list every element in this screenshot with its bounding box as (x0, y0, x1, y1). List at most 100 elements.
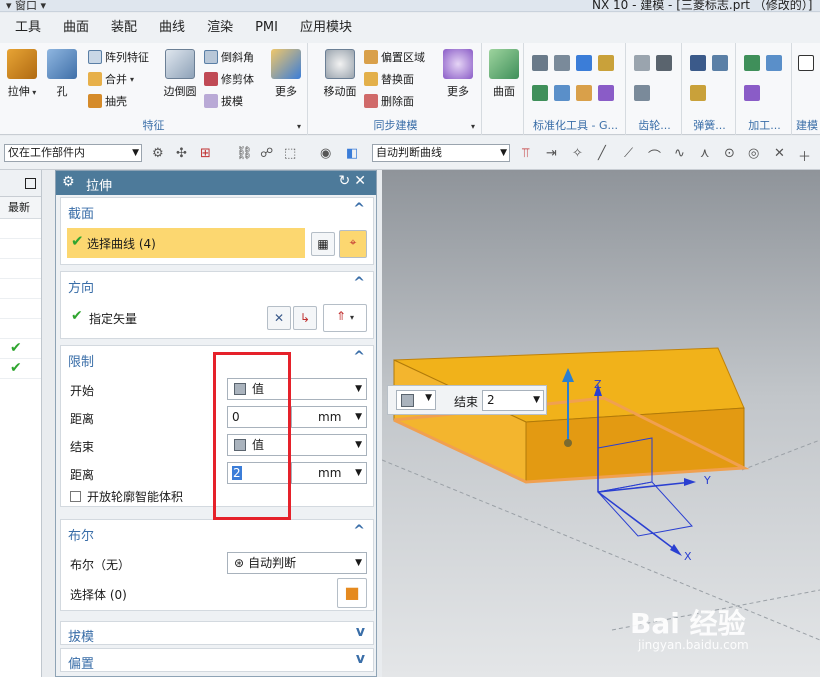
crosshair-icon[interactable]: ✕ (774, 146, 785, 161)
end-unit-dropdown[interactable]: mm ▼ (291, 462, 367, 484)
sync-group-expand-icon[interactable]: ▾ (471, 122, 475, 131)
line-icon-2[interactable]: ⟋ (624, 146, 633, 161)
gear-tool-icon-2[interactable] (656, 55, 672, 71)
edge-blend-button[interactable]: 边倒圆 (158, 49, 202, 99)
delete-face-button[interactable]: 删除面 (364, 93, 414, 109)
unite-button[interactable]: 合并 ▾ (88, 71, 134, 87)
sketch-section-button[interactable]: ▦ (311, 232, 335, 256)
list-item[interactable] (0, 219, 41, 239)
chevron-down-icon[interactable]: v (356, 624, 365, 640)
vector-dialog-button[interactable]: ↳ (293, 306, 317, 330)
filter-icon[interactable]: ⚙ (152, 146, 164, 161)
start-unit-dropdown[interactable]: mm ▼ (291, 406, 367, 428)
vector-type-dropdown[interactable]: ⇑ ▾ (323, 304, 367, 332)
chevron-down-icon[interactable]: v (356, 651, 365, 667)
list-item[interactable]: ✔ (0, 359, 41, 379)
lasso-icon[interactable]: ☍ (260, 146, 273, 161)
curve-button[interactable]: ⌖ (339, 230, 367, 258)
trim-body-button[interactable]: 修剪体 (204, 71, 254, 87)
extrude-button[interactable]: 拉伸 ▾ (2, 49, 42, 99)
menu-assembly[interactable]: 装配 (100, 13, 148, 43)
stop-at-intersection-icon[interactable]: ⫪ (522, 146, 529, 161)
direction-header[interactable]: 方向 ^ (61, 272, 373, 298)
select-curve-row[interactable]: ✔ 选择曲线 (4) (67, 228, 305, 258)
chevron-up-icon[interactable]: ^ (353, 523, 365, 539)
tool-icon-7[interactable] (576, 85, 592, 101)
list-item[interactable] (0, 279, 41, 299)
tool-icon-4[interactable] (598, 55, 614, 71)
tool-icon-2[interactable] (554, 55, 570, 71)
chain-icon[interactable]: ⛓ (236, 146, 253, 161)
close-icon[interactable]: ✕ (354, 173, 370, 189)
spring-tool-icon-2[interactable] (712, 55, 728, 71)
list-item[interactable]: ✔ (0, 339, 41, 359)
gear-tool-icon-3[interactable] (634, 85, 650, 101)
menu-tools[interactable]: 工具 (4, 13, 52, 43)
curve-icon[interactable]: ⌒ (648, 146, 661, 165)
list-item[interactable] (0, 299, 41, 319)
tool-icon-3[interactable] (576, 55, 592, 71)
selection-scope-dropdown[interactable]: 仅在工作部件内 ▼ (4, 144, 142, 162)
drag-handle-icon[interactable] (564, 439, 572, 447)
draft-panel[interactable]: 拔模 v (60, 621, 374, 645)
machining-tool-icon-2[interactable] (766, 55, 782, 71)
feature-curve-icon[interactable]: ✧ (572, 146, 583, 161)
snap-icon[interactable]: ✣ (176, 146, 187, 161)
line-icon-1[interactable]: ╱ (598, 146, 606, 161)
end-type-mini-dropdown[interactable]: ▼ (396, 390, 436, 410)
gear-icon[interactable]: ⚙ (62, 174, 75, 190)
chevron-up-icon[interactable]: ^ (353, 201, 365, 217)
modeling-tool-icon-1[interactable] (798, 55, 814, 71)
reset-icon[interactable]: ↻ (339, 173, 355, 189)
body-filter-icon[interactable]: ◉ (320, 146, 331, 161)
surface-button[interactable]: 曲面 (484, 49, 524, 99)
follow-fillet-icon[interactable]: ⇥ (546, 146, 557, 161)
move-face-button[interactable]: 移动面 (318, 49, 362, 99)
latest-column-header[interactable]: 最新 (0, 197, 41, 219)
tool-icon-5[interactable] (532, 85, 548, 101)
spring-tool-icon-3[interactable] (690, 85, 706, 101)
tool-icon-1[interactable] (532, 55, 548, 71)
menu-surface[interactable]: 曲面 (52, 13, 100, 43)
rectangle-select-icon[interactable]: ⬚ (284, 146, 296, 161)
floating-end-input[interactable]: 2 ▼ (482, 390, 544, 411)
pattern-feature-button[interactable]: 阵列特征 (88, 49, 149, 65)
open-profile-checkbox[interactable] (70, 491, 81, 502)
spring-tool-icon-1[interactable] (690, 55, 706, 71)
cube-filter-icon[interactable]: ◧ (346, 146, 358, 161)
menu-pmi[interactable]: PMI (244, 13, 289, 43)
quadrant-icon[interactable]: ◎ (748, 146, 759, 161)
circle-center-icon[interactable]: ⊙ (724, 146, 735, 161)
gear-tool-icon-1[interactable] (634, 55, 650, 71)
section-header[interactable]: 截面 ^ (61, 198, 373, 224)
menu-curve[interactable]: 曲线 (148, 13, 196, 43)
spline-icon[interactable]: ∿ (674, 146, 685, 161)
list-item[interactable] (0, 259, 41, 279)
menu-applications[interactable]: 应用模块 (289, 13, 363, 43)
curve-rule-dropdown[interactable]: 自动判断曲线 ▼ (372, 144, 510, 162)
plus-icon[interactable]: ＋ (798, 146, 811, 165)
quick-access-toolbar[interactable]: ▾ 窗口 ▾ (6, 0, 46, 11)
chevron-up-icon[interactable]: ^ (353, 275, 365, 291)
shell-button[interactable]: 抽壳 (88, 93, 127, 109)
sync-more-button[interactable]: 更多 (438, 49, 478, 99)
select-box-icon[interactable]: ⊞ (200, 146, 211, 161)
offset-region-button[interactable]: 偏置区域 (364, 49, 425, 65)
draft-button[interactable]: 拔模 (204, 93, 243, 109)
machining-tool-icon-1[interactable] (744, 55, 760, 71)
chamfer-button[interactable]: 倒斜角 (204, 49, 254, 65)
chevron-up-icon[interactable]: ^ (353, 349, 365, 365)
machining-tool-icon-3[interactable] (744, 85, 760, 101)
tool-icon-6[interactable] (554, 85, 570, 101)
hole-button[interactable]: 孔 (42, 49, 82, 99)
select-body-button[interactable]: ■ (337, 578, 367, 608)
list-item[interactable] (0, 239, 41, 259)
maximize-icon[interactable] (25, 178, 36, 189)
boolean-header[interactable]: 布尔 ^ (61, 520, 373, 546)
boolean-dropdown[interactable]: ⊛ 自动判断 ▼ (227, 552, 367, 574)
graphics-viewport[interactable]: Z Y X Bai 经验 jingyan.baidu.com (381, 170, 820, 677)
menu-render[interactable]: 渲染 (196, 13, 244, 43)
feature-more-button[interactable]: 更多 (266, 49, 306, 99)
list-item[interactable] (0, 319, 41, 339)
feature-group-expand-icon[interactable]: ▾ (297, 122, 301, 131)
